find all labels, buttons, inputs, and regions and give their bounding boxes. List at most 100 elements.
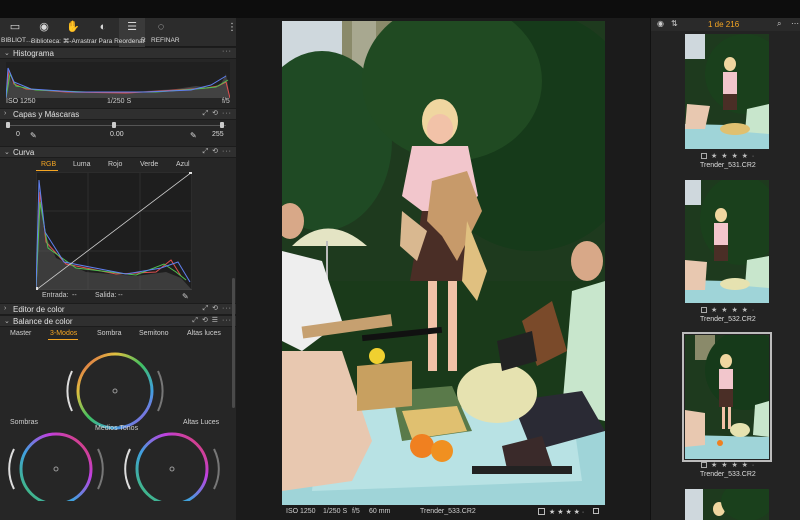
thumb-533-rating[interactable]: ★ ★ ★ ★ · <box>711 461 755 469</box>
curve-editor[interactable]: Entrada: -- Salida: -- ✎ <box>0 172 236 303</box>
thumb-531-name: Trender_531.CR2 <box>700 162 756 169</box>
search-icon[interactable]: ⌕ <box>777 19 781 29</box>
chevron-right-icon[interactable]: › <box>4 305 6 312</box>
curve-picker-icon[interactable]: ✎ <box>182 292 189 301</box>
section-tools-icons[interactable]: ⤢ ⟲ ··· <box>203 304 232 313</box>
thumb-532-rating[interactable]: ★ ★ ★ ★ · <box>711 306 755 314</box>
color-balance-tabs: Master 3-Modos Sombra Semitono Altas luc… <box>0 327 236 341</box>
medios-tonos-label: Medios Tonos <box>95 425 139 432</box>
target-icon[interactable]: ◐ <box>97 21 109 33</box>
thumbnail-534[interactable] <box>685 489 769 520</box>
tab-luma[interactable]: Luma <box>73 161 91 168</box>
layers-header[interactable]: › Capas y Máscaras ⤢ ⟲ ··· <box>0 108 236 120</box>
color-editor-header[interactable]: › Editor de color ⤢ ⟲ ··· <box>0 303 236 315</box>
viewer-color-tag[interactable] <box>593 508 599 514</box>
viewer-aperture: f/5 <box>352 508 360 515</box>
histogram: ISO 1250 1/250 S f/5 <box>0 59 236 108</box>
eye-icon[interactable]: ◉ <box>657 19 664 28</box>
thumb-531-rating[interactable]: ★ ★ ★ ★ · <box>711 152 755 160</box>
tab-azul[interactable]: Azul <box>176 161 190 168</box>
folder-icon[interactable]: ▭ <box>9 21 21 33</box>
tab-master[interactable]: Master <box>10 330 31 337</box>
color-wheels: Sombras Medios Tonos Altas Luces <box>0 341 236 501</box>
tab-rojo[interactable]: Rojo <box>108 161 122 168</box>
thumbnail-532[interactable] <box>685 180 769 303</box>
levels-track <box>6 125 226 126</box>
altas-luces-label: Altas Luces <box>183 419 220 426</box>
tab-sombra[interactable]: Sombra <box>97 330 122 337</box>
tab-verde[interactable]: Verde <box>140 161 158 168</box>
eyedropper-icon[interactable]: ✎ <box>30 131 37 140</box>
thumbnail-533[interactable] <box>682 332 772 462</box>
more-icon[interactable]: ⋯ <box>791 19 799 28</box>
histogram-iso: ISO 1250 <box>6 98 36 105</box>
viewer-focal: 60 mm <box>369 508 391 515</box>
curve-graph[interactable] <box>36 172 192 290</box>
color-balance-header[interactable]: ⌄ Balance de color ⤢ ⟲ ☰ ··· <box>0 315 236 327</box>
tab-library-tooltip: Biblioteca: ⌘-Arrastrar Para Reordenar <box>31 38 145 45</box>
section-tools-icons[interactable]: ⤢ ⟲ ☰ ··· <box>192 316 232 325</box>
levels-black-knob[interactable] <box>6 122 10 128</box>
thumb-532-name: Trender_532.CR2 <box>700 316 756 323</box>
thumb-532-checkbox[interactable] <box>701 307 707 313</box>
window-title-bar <box>0 0 800 18</box>
section-tools-icons[interactable]: ⤢ ⟲ ··· <box>203 147 232 156</box>
browser-header: ◉ ⇅ 1 de 216 ⌕ ⋯ <box>651 18 800 31</box>
sort-icon[interactable]: ⇅ <box>671 19 678 28</box>
levels-white-knob[interactable] <box>220 122 224 128</box>
main-photo[interactable] <box>282 21 605 505</box>
levels-mid-knob[interactable] <box>112 122 116 128</box>
tool-panel-scrollbar[interactable] <box>232 278 235 408</box>
thumbnail-531[interactable] <box>685 34 769 149</box>
tab-3-modos[interactable]: 3-Modos <box>50 330 77 337</box>
histogram-title: Histograma <box>13 49 54 58</box>
photo-picnic <box>282 21 605 505</box>
more-icon[interactable]: ⋮ <box>227 23 236 38</box>
tab-refine[interactable]: REFINAR <box>151 37 180 44</box>
histogram-shutter: 1/250 S <box>107 98 132 105</box>
tab-library[interactable]: BIBLIOT… <box>1 37 32 44</box>
chevron-down-icon[interactable]: ⌄ <box>4 49 10 57</box>
tool-panel: ▭ ◉ ✋ ◐ ☰ ◌ BIBLIOT… Biblioteca: ⌘-Arras… <box>0 18 236 520</box>
color-editor-title: Editor de color <box>13 305 65 314</box>
levels-white-value[interactable]: 255 <box>212 131 224 138</box>
dial-icon[interactable]: ◌ <box>155 21 167 33</box>
curve-header[interactable]: ⌄ Curva ⤢ ⟲ ··· <box>0 146 236 158</box>
viewer-select-checkbox[interactable] <box>538 508 545 515</box>
histogram-graph <box>6 62 230 98</box>
image-viewer: ISO 1250 1/250 S f/5 60 mm Trender_533.C… <box>236 18 650 520</box>
image-count: 1 de 216 <box>708 20 740 29</box>
salida-value: -- <box>118 292 123 299</box>
salida-label: Salida: <box>95 292 117 299</box>
thumb-533-name: Trender_533.CR2 <box>700 471 756 478</box>
chevron-right-icon[interactable]: › <box>4 110 6 117</box>
entrada-label: Entrada: <box>42 292 69 299</box>
chevron-down-icon[interactable]: ⌄ <box>4 148 10 156</box>
tab-rgb[interactable]: RGB <box>41 161 56 168</box>
chevron-down-icon[interactable]: ⌄ <box>4 317 10 325</box>
section-tools-icons[interactable]: ⤢ ⟲ ··· <box>203 109 232 118</box>
eyedropper-white-icon[interactable]: ✎ <box>190 131 197 140</box>
histogram-aperture: f/5 <box>222 98 230 105</box>
levels-black-value[interactable]: 0 <box>16 131 20 138</box>
tab-r[interactable]: R <box>141 37 146 44</box>
camera-icon[interactable]: ◉ <box>38 21 50 33</box>
thumb-531-checkbox[interactable] <box>701 153 707 159</box>
tab-semitono[interactable]: Semitono <box>139 330 169 337</box>
active-tab-underline <box>36 170 58 171</box>
active-tab-underline <box>48 339 78 340</box>
levels-row: 0 ✎ 0.00 ✎ 255 <box>0 120 236 146</box>
image-browser: ◉ ⇅ 1 de 216 ⌕ ⋯ ★ ★ ★ ★ · Trender_531.C… <box>650 18 800 520</box>
thumb-533-checkbox[interactable] <box>701 462 707 468</box>
viewer-rating[interactable]: ★ ★ ★ ★ · <box>549 508 584 516</box>
sliders-icon[interactable]: ☰ <box>126 21 138 33</box>
hand-icon[interactable]: ✋ <box>66 21 80 33</box>
tab-altas-luces[interactable]: Altas luces <box>187 330 221 337</box>
section-menu-icon[interactable]: ··· <box>222 48 232 55</box>
tool-tabs: ▭ ◉ ✋ ◐ ☰ ◌ BIBLIOT… Biblioteca: ⌘-Arras… <box>0 18 236 47</box>
histogram-header[interactable]: ⌄ Histograma ··· <box>0 47 236 59</box>
curve-tabs: RGB Luma Rojo Verde Azul <box>0 158 236 172</box>
layers-title: Capas y Máscaras <box>13 110 80 119</box>
levels-mid-value[interactable]: 0.00 <box>110 131 124 138</box>
viewer-iso: ISO 1250 <box>286 508 316 515</box>
